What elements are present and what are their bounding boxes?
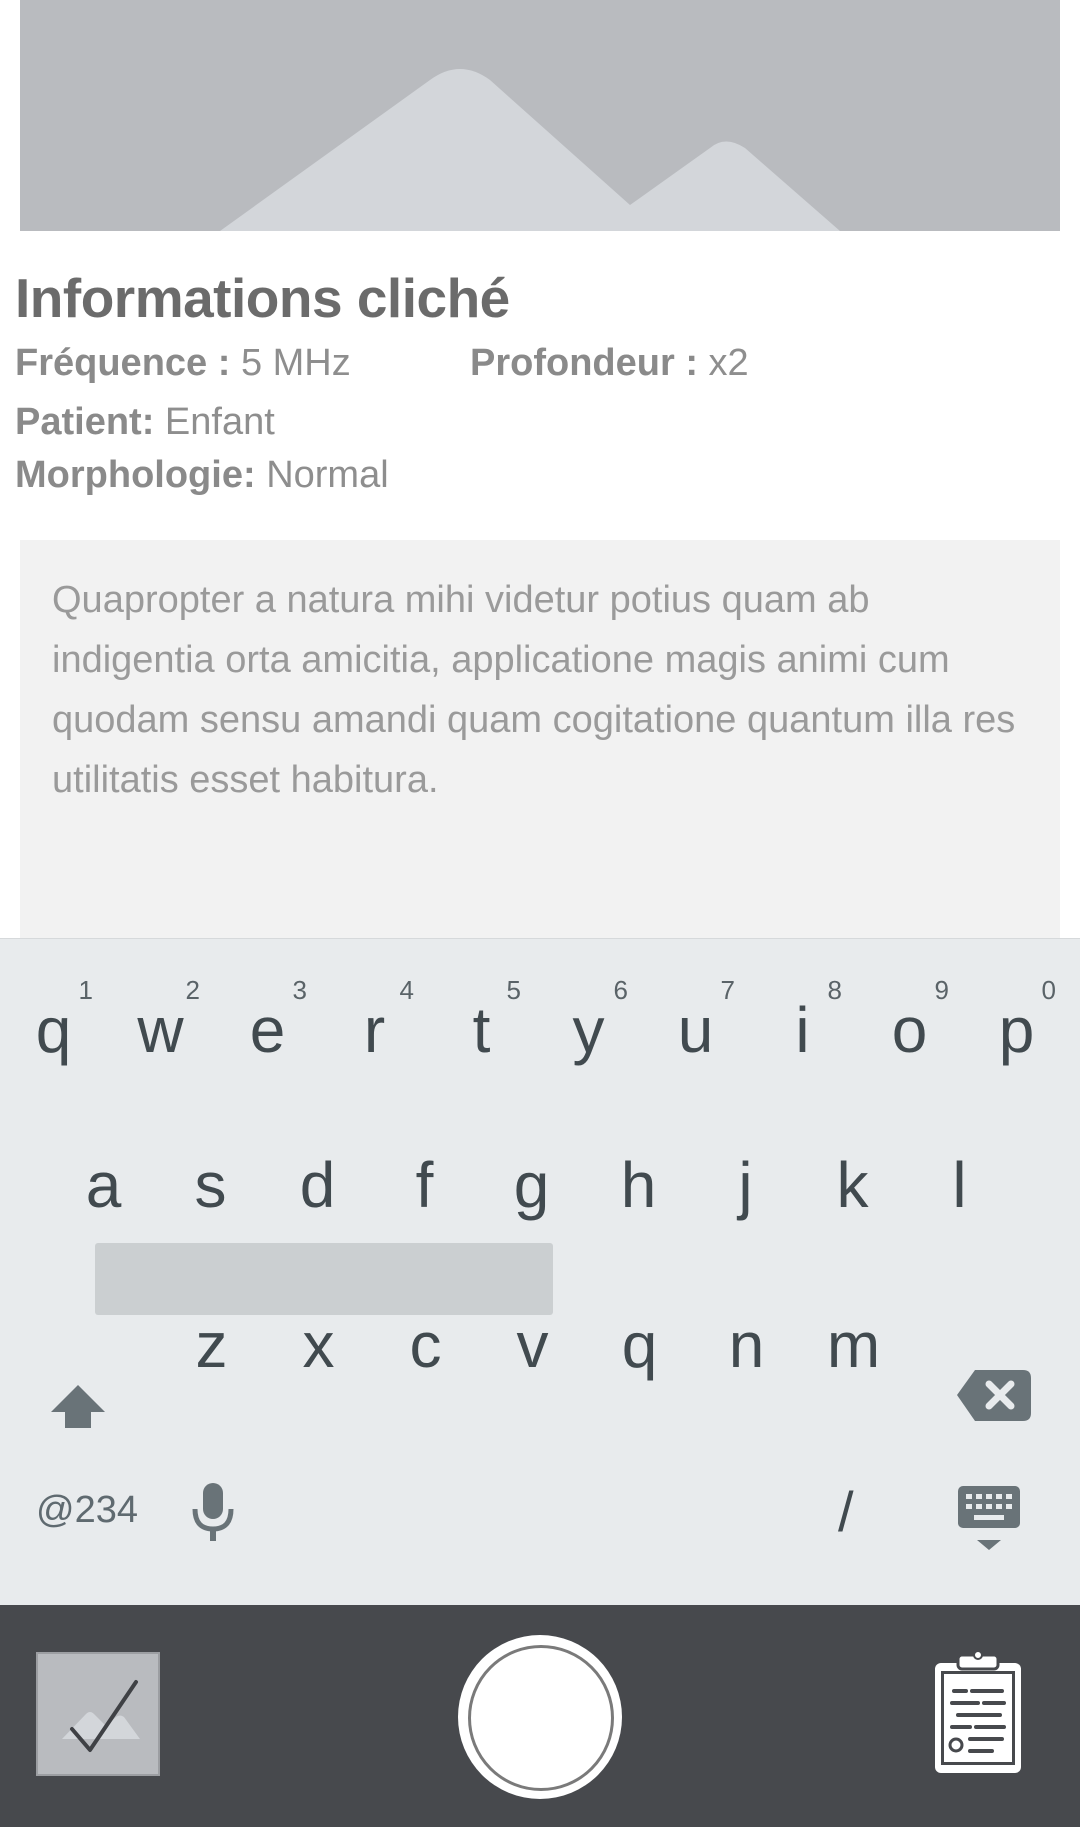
key-letter: z <box>195 1309 228 1381</box>
key-letter: l <box>952 1149 967 1221</box>
image-check-icon <box>62 1680 140 1752</box>
shutter-icon <box>468 1645 614 1791</box>
slash-key[interactable]: / <box>838 1479 854 1544</box>
key-m[interactable]: m <box>800 1254 907 1404</box>
key-h[interactable]: h <box>585 1094 692 1244</box>
key-letter: r <box>363 994 386 1066</box>
frequence-value: 5 MHz <box>240 342 351 384</box>
key-t[interactable]: 5t <box>428 939 535 1089</box>
key-letter: x <box>302 1309 335 1381</box>
frequence-label: Fréquence : <box>15 342 231 384</box>
info-title: Informations cliché <box>15 267 510 329</box>
symbols-key[interactable]: @234 <box>36 1489 138 1532</box>
key-v[interactable]: v <box>479 1254 586 1404</box>
key-letter: o <box>891 994 928 1066</box>
key-letter: s <box>194 1149 227 1221</box>
key-w[interactable]: 2w <box>107 939 214 1089</box>
microphone-icon <box>192 1483 234 1541</box>
note-textarea[interactable]: Quapropter a natura mihi videtur potius … <box>20 540 1060 938</box>
key-q[interactable]: 1q <box>0 939 107 1089</box>
morphologie-value: Normal <box>266 454 389 496</box>
patient-row: Patient: Enfant <box>15 401 275 444</box>
key-n[interactable]: n <box>693 1254 800 1404</box>
key-l[interactable]: l <box>906 1094 1013 1244</box>
backspace-key[interactable] <box>935 1306 1042 1456</box>
profondeur-label: Profondeur : <box>470 342 698 384</box>
shift-icon <box>51 1385 105 1428</box>
shift-key[interactable] <box>25 1306 132 1456</box>
key-u[interactable]: 7u <box>642 939 749 1089</box>
key-s[interactable]: s <box>157 1094 264 1244</box>
capture-button[interactable] <box>458 1635 622 1799</box>
key-d[interactable]: d <box>264 1094 371 1244</box>
key-j[interactable]: j <box>692 1094 799 1244</box>
last-capture-thumbnail[interactable] <box>36 1652 160 1776</box>
key-g[interactable]: g <box>478 1094 585 1244</box>
frequence-row: Fréquence : 5 MHz <box>15 342 351 385</box>
key-letter: a <box>85 1149 122 1221</box>
key-r[interactable]: 4r <box>321 939 428 1089</box>
key-letter: h <box>620 1149 657 1221</box>
key-e[interactable]: 3e <box>214 939 321 1089</box>
mic-key[interactable] <box>188 1479 238 1549</box>
key-letter: u <box>677 994 714 1066</box>
key-p[interactable]: 0p <box>963 939 1070 1089</box>
key-o[interactable]: 9o <box>856 939 963 1089</box>
patient-value: Enfant <box>164 401 275 443</box>
soft-keyboard: 1q2w3e4r5t6y7u8i9o0p asdfghjkl zxcvqnm @… <box>0 938 1080 1606</box>
hide-keyboard-key[interactable] <box>957 1484 1021 1554</box>
key-letter: t <box>472 994 491 1066</box>
patient-label: Patient: <box>15 401 155 443</box>
key-letter: m <box>826 1309 881 1381</box>
backspace-icon <box>957 1370 1031 1421</box>
key-y[interactable]: 6y <box>535 939 642 1089</box>
key-f[interactable]: f <box>371 1094 478 1244</box>
image-preview[interactable] <box>20 0 1060 231</box>
profondeur-value: x2 <box>708 342 749 384</box>
key-letter: g <box>513 1149 550 1221</box>
key-x[interactable]: x <box>265 1254 372 1404</box>
key-letter: i <box>795 994 810 1066</box>
note-text: Quapropter a natura mihi videtur potius … <box>52 579 1016 801</box>
key-letter: e <box>249 994 286 1066</box>
key-letter: k <box>836 1149 869 1221</box>
morphologie-label: Morphologie: <box>15 454 256 496</box>
key-letter: d <box>299 1149 336 1221</box>
key-i[interactable]: 8i <box>749 939 856 1089</box>
key-letter: f <box>415 1149 434 1221</box>
key-letter: q <box>621 1309 658 1381</box>
key-letter: q <box>35 994 72 1066</box>
profondeur-row: Profondeur : x2 <box>470 342 749 385</box>
key-q[interactable]: q <box>586 1254 693 1404</box>
clipboard-report-icon <box>935 1650 1021 1773</box>
key-letter: n <box>728 1309 765 1381</box>
keyboard-hide-icon <box>958 1486 1020 1550</box>
key-letter: c <box>409 1309 442 1381</box>
key-letter: p <box>998 994 1035 1066</box>
key-a[interactable]: a <box>50 1094 157 1244</box>
image-placeholder-icon <box>20 0 1060 231</box>
key-c[interactable]: c <box>372 1254 479 1404</box>
morphologie-row: Morphologie: Normal <box>15 454 389 497</box>
key-letter: y <box>572 994 605 1066</box>
camera-control-bar <box>0 1605 1080 1827</box>
key-k[interactable]: k <box>799 1094 906 1244</box>
key-letter: w <box>137 994 184 1066</box>
key-letter: j <box>738 1149 753 1221</box>
key-letter: v <box>516 1309 549 1381</box>
key-z[interactable]: z <box>158 1254 265 1404</box>
report-button[interactable] <box>930 1649 1026 1779</box>
